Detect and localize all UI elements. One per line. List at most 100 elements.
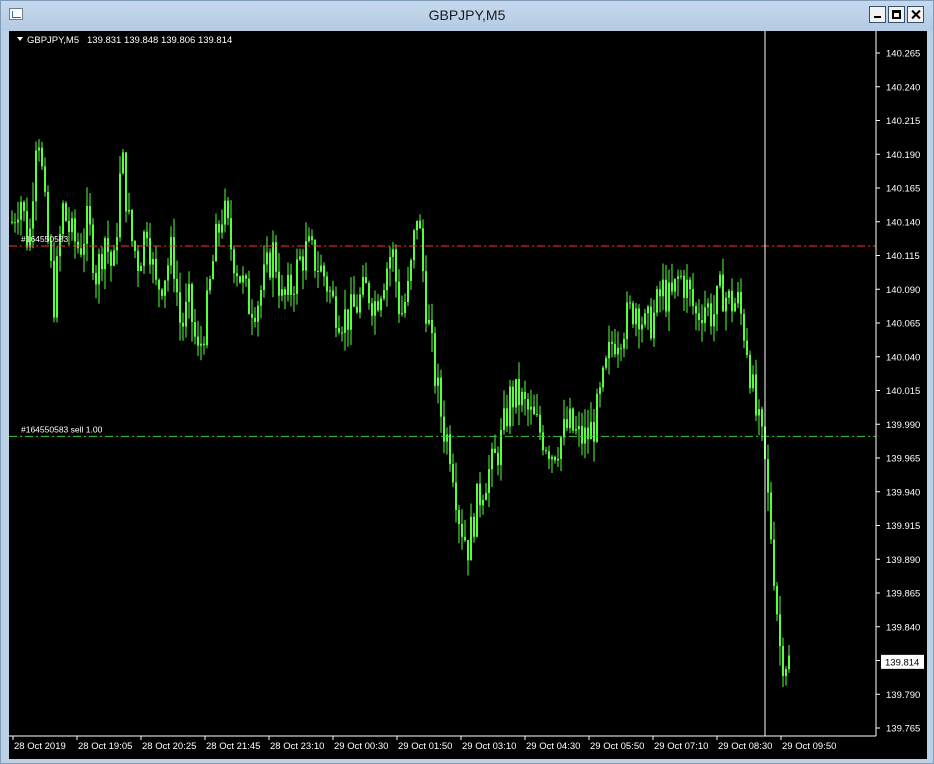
- price-tick-label: 140.065: [886, 319, 920, 330]
- candle-body: [296, 259, 298, 294]
- candle-body: [446, 434, 448, 442]
- candle-body: [710, 303, 712, 327]
- chart-header: GBPJPY,M5 139.831 139.848 139.806 139.81…: [17, 35, 232, 46]
- candle-body: [515, 379, 517, 408]
- candle-body: [632, 303, 634, 325]
- candle-body: [170, 236, 172, 266]
- price-tick-label: 139.965: [886, 454, 920, 465]
- candle-body: [644, 313, 646, 325]
- candle-body: [53, 260, 55, 318]
- candle-body: [143, 231, 145, 266]
- candle-body: [545, 450, 547, 452]
- candle-body: [299, 256, 301, 260]
- candle-body: [71, 218, 73, 233]
- candle-body: [719, 274, 721, 286]
- candle-body: [203, 343, 205, 346]
- candle-body: [239, 276, 241, 283]
- candle-body: [653, 312, 655, 339]
- time-tick-label: 28 Oct 2019: [14, 741, 66, 752]
- candle-body: [74, 218, 76, 242]
- candle-body: [368, 283, 370, 304]
- candle-body: [11, 221, 13, 223]
- price-tick-label: 140.140: [886, 217, 920, 228]
- candle-body: [386, 268, 388, 291]
- candle-body: [218, 223, 220, 233]
- symbol-dropdown-icon[interactable]: [17, 37, 23, 41]
- candle-body: [671, 282, 673, 292]
- candle-body: [665, 279, 667, 312]
- maximize-button[interactable]: [888, 6, 905, 23]
- candle-body: [83, 243, 85, 255]
- candle-body: [587, 427, 589, 440]
- candle-body: [782, 646, 784, 677]
- candle-body: [422, 228, 424, 272]
- price-tick-label: 140.090: [886, 285, 920, 296]
- candle-body: [560, 437, 562, 459]
- candle-body: [350, 294, 352, 330]
- candle-body: [722, 274, 724, 312]
- candle-body: [107, 238, 109, 252]
- candle-body: [701, 320, 703, 324]
- candle-body: [185, 301, 187, 327]
- candle-body: [233, 249, 235, 274]
- candle-body: [548, 451, 550, 460]
- candle-body: [95, 272, 97, 285]
- candle-body: [245, 275, 247, 279]
- price-tick-label: 140.040: [886, 352, 920, 363]
- close-button[interactable]: [907, 6, 924, 23]
- candle-body: [749, 354, 751, 389]
- candle-body: [182, 322, 184, 327]
- time-tick-label: 29 Oct 03:10: [462, 741, 516, 752]
- candle-body: [278, 271, 280, 296]
- time-tick-label: 29 Oct 07:10: [654, 741, 708, 752]
- candle-body: [263, 264, 265, 291]
- candle-body: [521, 391, 523, 406]
- order-label: #164550583 sell 1.00: [21, 424, 103, 434]
- candle-body: [371, 303, 373, 316]
- candle-body: [731, 290, 733, 312]
- candle-body: [428, 319, 430, 324]
- minimize-button[interactable]: [869, 6, 886, 23]
- candle-body: [308, 236, 310, 242]
- chart-window: GBPJPY,M5 #164550583 #164550583 sell 1.00…: [0, 0, 934, 764]
- price-tick-label: 140.165: [886, 184, 920, 195]
- current-price-tag: 139.814: [881, 654, 924, 669]
- candle-body: [683, 275, 685, 298]
- candle-body: [668, 282, 670, 312]
- candle-body: [605, 358, 607, 368]
- candle-body: [407, 280, 409, 303]
- candle-body: [86, 206, 88, 244]
- order-label: #164550583: [21, 234, 69, 244]
- candle-body: [98, 253, 100, 285]
- candle-body: [77, 241, 79, 249]
- candle-body: [290, 274, 292, 295]
- candle-body: [221, 224, 223, 233]
- candle-body: [56, 256, 58, 318]
- candle-body: [584, 427, 586, 444]
- price-chart[interactable]: #164550583 #164550583 sell 1.00 140.265 14…: [9, 31, 927, 759]
- candle-body: [608, 341, 610, 359]
- candle-body: [224, 200, 226, 225]
- candle-body: [458, 509, 460, 525]
- price-tick-label: 140.215: [886, 116, 920, 127]
- current-price: 139.814: [885, 657, 919, 668]
- candle-body: [728, 290, 730, 298]
- candle-body: [650, 306, 652, 339]
- candle-body: [236, 273, 238, 277]
- candle-body: [755, 374, 757, 416]
- candle-body: [380, 298, 382, 311]
- candle-body: [68, 220, 70, 233]
- title-bar[interactable]: GBPJPY,M5: [1, 1, 933, 31]
- candle-body: [35, 150, 37, 202]
- candle-body: [641, 324, 643, 330]
- candle-body: [140, 265, 142, 271]
- chart-svg[interactable]: #164550583#164550583 sell 1.00 140.26514…: [9, 31, 927, 759]
- candle-body: [122, 152, 124, 174]
- candle-body: [251, 313, 253, 318]
- candle-body: [629, 302, 631, 304]
- candle-body: [509, 386, 511, 427]
- candle-body: [176, 278, 178, 293]
- candle-body: [674, 278, 676, 292]
- candle-body: [200, 343, 202, 346]
- candle-body: [353, 294, 355, 307]
